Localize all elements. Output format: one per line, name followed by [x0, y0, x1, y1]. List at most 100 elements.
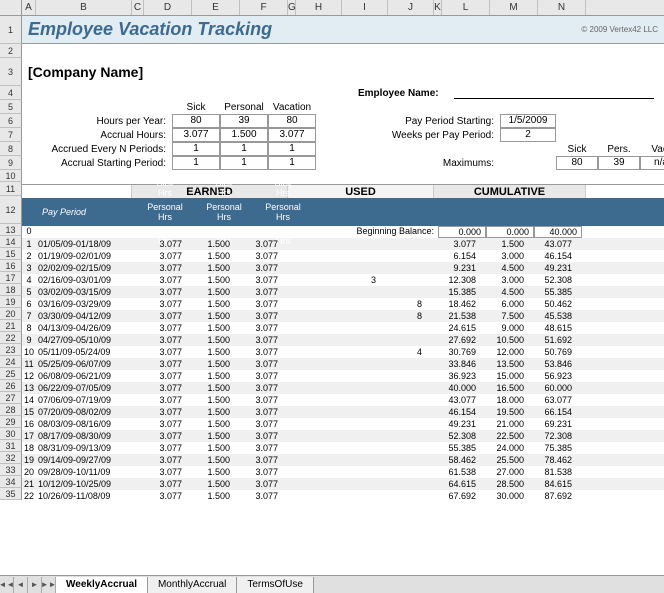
- row-header-17[interactable]: 17: [0, 272, 22, 284]
- row-header-11[interactable]: 11: [0, 182, 22, 196]
- col-header-L[interactable]: L: [442, 0, 490, 15]
- row-header-31[interactable]: 31: [0, 440, 22, 452]
- data-row[interactable]: 201/19/09-02/01/093.0771.5003.0776.1543.…: [22, 250, 664, 262]
- cfg-header: Personal: [220, 102, 268, 113]
- data-row[interactable]: 904/27/09-05/10/093.0771.5003.07727.6921…: [22, 334, 664, 346]
- max-cell[interactable]: 80: [556, 156, 598, 170]
- begin-personal[interactable]: 0.000: [486, 226, 534, 238]
- row-header-6[interactable]: 6: [0, 114, 22, 128]
- row-header-15[interactable]: 15: [0, 248, 22, 260]
- data-row[interactable]: 1507/20/09-08/02/093.0771.5003.07746.154…: [22, 406, 664, 418]
- col-header-M[interactable]: M: [490, 0, 538, 15]
- col-header-K[interactable]: K: [434, 0, 442, 15]
- data-row[interactable]: 1306/22/09-07/05/093.0771.5003.07740.000…: [22, 382, 664, 394]
- sheet-tab-TermsOfUse[interactable]: TermsOfUse: [237, 577, 314, 593]
- data-row[interactable]: 1909/14/09-09/27/093.0771.5003.07758.462…: [22, 454, 664, 466]
- row-header-16[interactable]: 16: [0, 260, 22, 272]
- data-row[interactable]: 603/16/09-03/29/093.0771.5003.077818.462…: [22, 298, 664, 310]
- row-header-1[interactable]: 1: [0, 16, 22, 44]
- data-row[interactable]: 703/30/09-04/12/093.0771.5003.077821.538…: [22, 310, 664, 322]
- row-header-14[interactable]: 14: [0, 236, 22, 248]
- sheet-tab-MonthlyAccrual[interactable]: MonthlyAccrual: [148, 577, 237, 593]
- col-header-E[interactable]: E: [192, 0, 240, 15]
- data-row[interactable]: 2009/28/09-10/11/093.0771.5003.07761.538…: [22, 466, 664, 478]
- row-header-22[interactable]: 22: [0, 332, 22, 344]
- row-header-7[interactable]: 7: [0, 128, 22, 142]
- weeks-per-period-input[interactable]: 2: [500, 128, 556, 142]
- tab-nav-prev[interactable]: ◄: [14, 577, 28, 593]
- data-row[interactable]: 1708/17/09-08/30/093.0771.5003.07752.308…: [22, 430, 664, 442]
- row-header-4[interactable]: 4: [0, 86, 22, 100]
- row-header-9[interactable]: 9: [0, 156, 22, 170]
- sheet-tab-WeeklyAccrual[interactable]: WeeklyAccrual: [56, 577, 148, 593]
- col-header-G[interactable]: G: [288, 0, 296, 15]
- cfg-cell[interactable]: 1.500: [220, 128, 268, 142]
- max-cell[interactable]: 39: [598, 156, 640, 170]
- data-row[interactable]: 302/02/09-02/15/093.0771.5003.0779.2314.…: [22, 262, 664, 274]
- cfg-cell[interactable]: 3.077: [172, 128, 220, 142]
- row-header-20[interactable]: 20: [0, 308, 22, 320]
- cfg-cell[interactable]: 1: [268, 142, 316, 156]
- row-header-27[interactable]: 27: [0, 392, 22, 404]
- data-row[interactable]: 402/16/09-03/01/093.0771.5003.077312.308…: [22, 274, 664, 286]
- row-header-25[interactable]: 25: [0, 368, 22, 380]
- data-row[interactable]: 1808/31/09-09/13/093.0771.5003.07755.385…: [22, 442, 664, 454]
- col-header-F[interactable]: F: [240, 0, 288, 15]
- tab-nav-last[interactable]: ►►: [42, 577, 56, 593]
- col-header-D[interactable]: D: [144, 0, 192, 15]
- row-header-3[interactable]: 3: [0, 58, 22, 86]
- col-header-A[interactable]: A: [22, 0, 36, 15]
- row-header-13[interactable]: 13: [0, 224, 22, 236]
- col-header-J[interactable]: J: [388, 0, 434, 15]
- tab-nav-first[interactable]: ◄◄: [0, 577, 14, 593]
- cfg-cell[interactable]: 39: [220, 114, 268, 128]
- col-header-I[interactable]: I: [342, 0, 388, 15]
- cfg-cell[interactable]: 1: [268, 156, 316, 170]
- begin-sick[interactable]: 0.000: [438, 226, 486, 238]
- max-cell[interactable]: n/a: [640, 156, 664, 170]
- data-row[interactable]: 1206/08/09-06/21/093.0771.5003.07736.923…: [22, 370, 664, 382]
- row-header-2[interactable]: 2: [0, 44, 22, 58]
- row-header-33[interactable]: 33: [0, 464, 22, 476]
- cfg-cell[interactable]: 1: [220, 156, 268, 170]
- row-header-24[interactable]: 24: [0, 356, 22, 368]
- data-row[interactable]: 1005/11/09-05/24/093.0771.5003.077430.76…: [22, 346, 664, 358]
- row-header-8[interactable]: 8: [0, 142, 22, 156]
- row-header-12[interactable]: 12: [0, 196, 22, 224]
- begin-vacation[interactable]: 40.000: [534, 226, 582, 238]
- cfg-cell[interactable]: 80: [172, 114, 220, 128]
- row-header-23[interactable]: 23: [0, 344, 22, 356]
- col-header-N[interactable]: N: [538, 0, 586, 15]
- row-header-29[interactable]: 29: [0, 416, 22, 428]
- col-header-H[interactable]: H: [296, 0, 342, 15]
- row-header-10[interactable]: 10: [0, 170, 22, 182]
- data-row[interactable]: 804/13/09-04/26/093.0771.5003.07724.6159…: [22, 322, 664, 334]
- row-header-19[interactable]: 19: [0, 296, 22, 308]
- cfg-cell[interactable]: 1: [172, 142, 220, 156]
- pay-period-start-input[interactable]: 1/5/2009: [500, 114, 556, 128]
- data-row[interactable]: 2210/26/09-11/08/093.0771.5003.07767.692…: [22, 490, 664, 502]
- row-header-21[interactable]: 21: [0, 320, 22, 332]
- data-row[interactable]: 101/05/09-01/18/093.0771.5003.0773.0771.…: [22, 238, 664, 250]
- row-header-30[interactable]: 30: [0, 428, 22, 440]
- employee-name-field[interactable]: [454, 87, 654, 99]
- data-row[interactable]: 1407/06/09-07/19/093.0771.5003.07743.077…: [22, 394, 664, 406]
- cfg-cell[interactable]: 1: [220, 142, 268, 156]
- cfg-cell[interactable]: 1: [172, 156, 220, 170]
- company-name[interactable]: [Company Name]: [28, 64, 143, 80]
- row-header-26[interactable]: 26: [0, 380, 22, 392]
- data-row[interactable]: 1608/03/09-08/16/093.0771.5003.07749.231…: [22, 418, 664, 430]
- col-header-C[interactable]: C: [132, 0, 144, 15]
- data-row[interactable]: 2110/12/09-10/25/093.0771.5003.07764.615…: [22, 478, 664, 490]
- row-header-18[interactable]: 18: [0, 284, 22, 296]
- row-header-28[interactable]: 28: [0, 404, 22, 416]
- data-row[interactable]: 503/02/09-03/15/093.0771.5003.07715.3854…: [22, 286, 664, 298]
- data-row[interactable]: 1105/25/09-06/07/093.0771.5003.07733.846…: [22, 358, 664, 370]
- row-header-35[interactable]: 35: [0, 488, 22, 500]
- row-header-5[interactable]: 5: [0, 100, 22, 114]
- col-header-B[interactable]: B: [36, 0, 132, 15]
- row-header-32[interactable]: 32: [0, 452, 22, 464]
- cfg-cell[interactable]: 80: [268, 114, 316, 128]
- cfg-cell[interactable]: 3.077: [268, 128, 316, 142]
- row-header-34[interactable]: 34: [0, 476, 22, 488]
